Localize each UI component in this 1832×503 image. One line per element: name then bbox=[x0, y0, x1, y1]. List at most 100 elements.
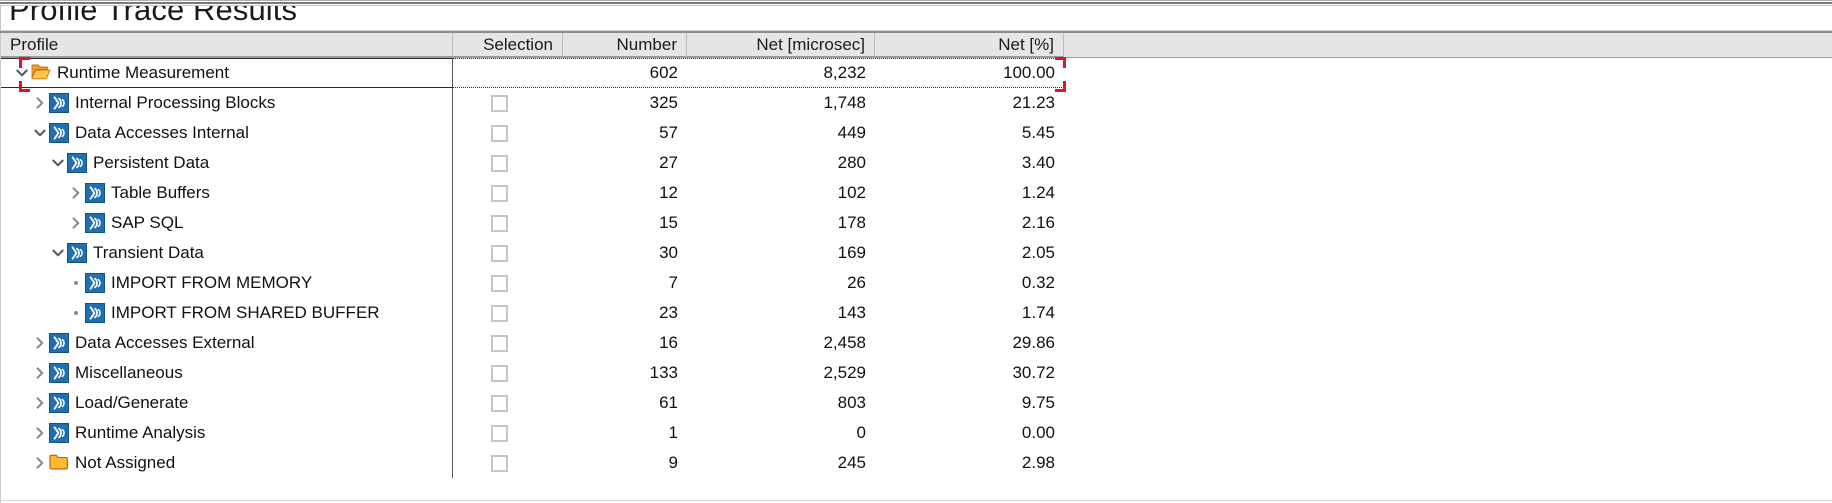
chevron-right-icon[interactable] bbox=[31, 358, 49, 388]
row-selection-checkbox[interactable] bbox=[491, 365, 508, 382]
table-row[interactable]: SAP SQL 15 178 2.16 bbox=[1, 208, 1832, 238]
selection-cell[interactable] bbox=[453, 418, 563, 448]
table-row[interactable]: Persistent Data 27 280 3.40 bbox=[1, 148, 1832, 178]
table-row[interactable]: Miscellaneous 133 2,529 30.72 bbox=[1, 358, 1832, 388]
net-microsec-cell: 26 bbox=[847, 273, 866, 292]
table-row[interactable]: Data Accesses External 16 2,458 29.86 bbox=[1, 328, 1832, 358]
selection-cell[interactable] bbox=[453, 208, 563, 238]
row-selection-checkbox[interactable] bbox=[491, 275, 508, 292]
table-row[interactable]: Transient Data 30 169 2.05 bbox=[1, 238, 1832, 268]
number-cell: 325 bbox=[649, 93, 678, 112]
tree-node[interactable]: Data Accesses Internal bbox=[31, 118, 249, 148]
selection-cell[interactable] bbox=[453, 388, 563, 418]
chevron-right-icon[interactable] bbox=[31, 88, 49, 118]
tree-node[interactable]: Miscellaneous bbox=[31, 358, 183, 388]
trace-node-icon bbox=[85, 213, 105, 233]
tree-node-label: SAP SQL bbox=[111, 213, 184, 232]
net-percent-cell: 3.40 bbox=[1021, 153, 1055, 172]
tree-node-label: Runtime Measurement bbox=[57, 63, 229, 82]
table-row[interactable]: Table Buffers 12 102 1.24 bbox=[1, 178, 1832, 208]
row-selection-checkbox[interactable] bbox=[491, 215, 508, 232]
grid-body: Runtime Measurement 602 8,232 100.00 Interna… bbox=[1, 57, 1832, 503]
net-percent-cell: 0.00 bbox=[1021, 423, 1055, 442]
chevron-right-icon[interactable] bbox=[31, 418, 49, 448]
tree-node[interactable]: IMPORT FROM MEMORY bbox=[67, 268, 312, 298]
chevron-right-icon[interactable] bbox=[31, 388, 49, 418]
net-percent-cell: 5.45 bbox=[1021, 123, 1055, 142]
tree-node[interactable]: Transient Data bbox=[49, 238, 204, 268]
selection-cell[interactable] bbox=[453, 298, 563, 328]
table-row[interactable]: Internal Processing Blocks 325 1,748 21.23 bbox=[1, 88, 1832, 118]
tree-node-label: Data Accesses External bbox=[75, 333, 255, 352]
table-row[interactable]: IMPORT FROM MEMORY 7 26 0.32 bbox=[1, 268, 1832, 298]
tree-node-label: IMPORT FROM MEMORY bbox=[111, 273, 313, 292]
table-row[interactable]: Data Accesses Internal 57 449 5.45 bbox=[1, 118, 1832, 148]
chevron-down-icon[interactable] bbox=[49, 238, 67, 268]
leaf-dot-icon bbox=[67, 298, 85, 328]
tree-node-label: IMPORT FROM SHARED BUFFER bbox=[111, 303, 380, 322]
column-header-net_microsec[interactable]: Net [microsec] bbox=[687, 33, 875, 57]
tree-node-label: Runtime Analysis bbox=[75, 423, 206, 442]
row-selection-checkbox[interactable] bbox=[491, 425, 508, 442]
row-selection-checkbox[interactable] bbox=[491, 125, 508, 142]
chevron-right-icon[interactable] bbox=[67, 208, 85, 238]
trace-node-icon bbox=[49, 333, 69, 353]
tree-node[interactable]: Data Accesses External bbox=[31, 328, 255, 358]
tree-node-label: Table Buffers bbox=[111, 183, 210, 202]
trace-node-icon bbox=[85, 183, 105, 203]
tree-node[interactable]: Load/Generate bbox=[31, 388, 188, 418]
selection-cell[interactable] bbox=[453, 88, 563, 118]
trace-node-icon bbox=[49, 93, 69, 113]
row-selection-checkbox[interactable] bbox=[491, 245, 508, 262]
selection-cell[interactable] bbox=[453, 178, 563, 208]
page-title: Profile Trace Results bbox=[9, 6, 298, 27]
row-selection-checkbox[interactable] bbox=[491, 395, 508, 412]
tree-node[interactable]: Internal Processing Blocks bbox=[31, 88, 275, 118]
selection-cell[interactable] bbox=[453, 328, 563, 358]
tree-node[interactable]: SAP SQL bbox=[67, 208, 183, 238]
selection-cell[interactable] bbox=[453, 238, 563, 268]
row-selection-checkbox[interactable] bbox=[491, 305, 508, 322]
selection-cell bbox=[453, 58, 563, 88]
chevron-right-icon[interactable] bbox=[31, 328, 49, 358]
chevron-down-icon[interactable] bbox=[31, 118, 49, 148]
tree-node[interactable]: Runtime Measurement bbox=[13, 58, 229, 88]
row-selection-checkbox[interactable] bbox=[491, 335, 508, 352]
chevron-down-icon[interactable] bbox=[13, 58, 31, 88]
selection-cell[interactable] bbox=[453, 358, 563, 388]
net-percent-cell: 1.74 bbox=[1021, 303, 1055, 322]
tree-node[interactable]: IMPORT FROM SHARED BUFFER bbox=[67, 298, 380, 328]
table-row[interactable]: Load/Generate 61 803 9.75 bbox=[1, 388, 1832, 418]
net-percent-cell: 2.05 bbox=[1021, 243, 1055, 262]
row-selection-checkbox[interactable] bbox=[491, 185, 508, 202]
row-selection-checkbox[interactable] bbox=[491, 95, 508, 112]
selection-cell[interactable] bbox=[453, 448, 563, 478]
chevron-down-icon[interactable] bbox=[49, 148, 67, 178]
net-percent-cell: 21.23 bbox=[1012, 93, 1055, 112]
number-cell: 7 bbox=[668, 273, 678, 292]
selection-cell[interactable] bbox=[453, 148, 563, 178]
tree-node[interactable]: Not Assigned bbox=[31, 448, 175, 478]
table-row[interactable]: Runtime Analysis 1 0 0.00 bbox=[1, 418, 1832, 448]
chevron-right-icon[interactable] bbox=[67, 178, 85, 208]
tree-node[interactable]: Persistent Data bbox=[49, 148, 209, 178]
selection-cell[interactable] bbox=[453, 268, 563, 298]
column-header-number[interactable]: Number bbox=[563, 33, 687, 57]
net-microsec-cell: 143 bbox=[837, 303, 866, 322]
tree-node[interactable]: Table Buffers bbox=[67, 178, 210, 208]
net-percent-cell: 0.32 bbox=[1021, 273, 1055, 292]
chevron-right-icon[interactable] bbox=[31, 448, 49, 478]
number-cell: 16 bbox=[659, 333, 678, 352]
number-cell: 15 bbox=[659, 213, 678, 232]
table-row[interactable]: Runtime Measurement 602 8,232 100.00 bbox=[1, 57, 1832, 92]
row-selection-checkbox[interactable] bbox=[491, 155, 508, 172]
row-selection-checkbox[interactable] bbox=[491, 455, 508, 472]
tree-node[interactable]: Runtime Analysis bbox=[31, 418, 205, 448]
column-header-profile[interactable]: Profile bbox=[1, 33, 453, 57]
table-row[interactable]: Not Assigned 9 245 2.98 bbox=[1, 448, 1832, 478]
column-header-selection[interactable]: Selection bbox=[453, 33, 563, 57]
trace-node-icon bbox=[49, 363, 69, 383]
column-header-net_percent[interactable]: Net [%] bbox=[875, 33, 1064, 57]
table-row[interactable]: IMPORT FROM SHARED BUFFER 23 143 1.74 bbox=[1, 298, 1832, 328]
selection-cell[interactable] bbox=[453, 118, 563, 148]
